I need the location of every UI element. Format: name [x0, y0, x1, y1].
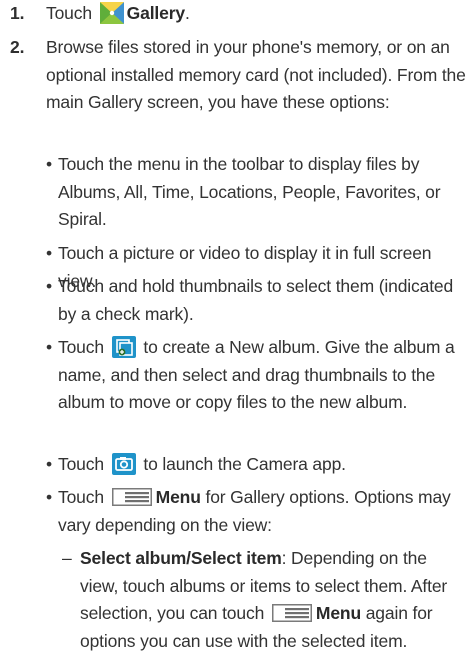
- step-text-pre: Touch: [46, 3, 92, 23]
- camera-icon: [111, 453, 136, 475]
- sub-dash: –: [62, 548, 72, 568]
- bullet-text: Touch Menu for Gallery options. Options …: [58, 484, 467, 539]
- bullet-item: • Touch the menu in the toolbar to displ…: [46, 151, 467, 234]
- bullet-dot: •: [46, 276, 52, 296]
- bullet-item: • Touch Menu for Gallery options. Option…: [46, 484, 467, 539]
- step-text-post: .: [184, 3, 190, 23]
- menu-icon: [271, 604, 312, 622]
- bullet-dot: •: [46, 243, 52, 263]
- bullet-text-pre: Touch: [58, 454, 104, 474]
- bullet-dot: •: [46, 154, 52, 174]
- step-text: Touch Gallery.: [46, 0, 467, 28]
- step-1: 1. Touch Gallery.: [10, 0, 467, 28]
- instruction-document: 1. Touch Gallery. 2. Browse files stored…: [0, 0, 473, 651]
- gallery-label: Gallery: [126, 3, 185, 23]
- step-number: 2.: [10, 37, 25, 57]
- menu-icon: [111, 488, 152, 506]
- sub-text: Select album/Select item: Depending on t…: [80, 545, 469, 655]
- bullet-item: • Touch to launch the Camera app.: [46, 451, 467, 479]
- step-text: Browse files stored in your phone's memo…: [46, 37, 466, 112]
- bullet-item: • Touch to create a New album. Give the …: [46, 334, 467, 417]
- menu-label: Menu: [315, 603, 361, 623]
- bullet-text: Touch the menu in the toolbar to display…: [58, 154, 441, 229]
- bullet-text-post: to launch the Camera app.: [143, 454, 346, 474]
- bullet-dot: •: [46, 487, 52, 507]
- sub-item: – Select album/Select item: Depending on…: [62, 545, 469, 655]
- bullet-dot: •: [46, 337, 52, 357]
- bullet-text: Touch to launch the Camera app.: [58, 451, 467, 479]
- bullet-dot: •: [46, 454, 52, 474]
- step-2: 2. Browse files stored in your phone's m…: [10, 34, 467, 117]
- bullet-text-pre: Touch: [58, 337, 104, 357]
- menu-label: Menu: [155, 487, 201, 507]
- sub-bold-label: Select album/Select item: [80, 548, 282, 568]
- step-number: 1.: [10, 3, 25, 23]
- bullet-item: • Touch and hold thumbnails to select th…: [46, 273, 467, 328]
- new-album-icon: [111, 336, 136, 358]
- gallery-icon: [99, 2, 124, 24]
- bullet-text: Touch and hold thumbnails to select them…: [58, 276, 454, 324]
- bullet-text-pre: Touch: [58, 487, 104, 507]
- bullet-text: Touch to create a New album. Give the al…: [58, 334, 467, 417]
